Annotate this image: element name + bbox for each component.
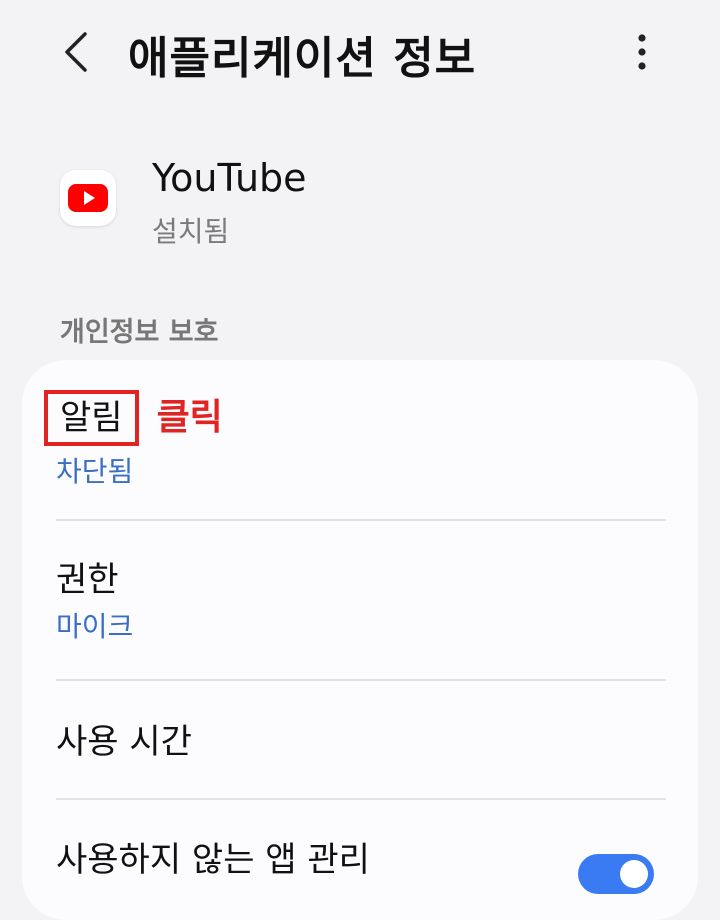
chevron-left-icon (65, 32, 87, 72)
more-vertical-icon (638, 34, 646, 70)
divider (56, 519, 666, 521)
app-install-status: 설치됨 (152, 215, 230, 248)
usage-time-item[interactable]: 사용 시간 (56, 714, 666, 763)
permissions-item-value: 마이크 (56, 610, 134, 643)
privacy-settings-card: 알림 클릭 차단됨 권한 마이크 사용 시간 사용하지 않는 앱 관리 (22, 360, 698, 920)
click-annotation: 클릭 (156, 397, 223, 438)
youtube-icon (60, 170, 116, 226)
more-options-button[interactable] (624, 26, 660, 78)
notifications-highlight-box: 알림 (44, 390, 139, 446)
notifications-item-title: 알림 (60, 398, 123, 438)
divider (56, 679, 666, 681)
manage-unused-apps-toggle[interactable] (578, 854, 654, 894)
toggle-knob (620, 860, 648, 888)
permissions-item-title: 권한 (56, 560, 119, 600)
usage-time-item-title: 사용 시간 (56, 722, 192, 762)
page-title: 애플리케이션 정보 (128, 33, 477, 84)
permissions-item[interactable]: 권한 마이크 (56, 552, 666, 645)
app-info-header: YouTube 설치됨 (60, 150, 660, 250)
section-label-privacy: 개인정보 보호 (60, 317, 219, 348)
notifications-item-status: 차단됨 (56, 455, 134, 488)
manage-unused-apps-item-title: 사용하지 않는 앱 관리 (56, 840, 370, 880)
app-name: YouTube (152, 156, 307, 200)
app-bar: 애플리케이션 정보 (0, 0, 720, 110)
back-button[interactable] (52, 24, 100, 80)
notifications-item[interactable]: 알림 클릭 차단됨 (44, 390, 666, 490)
divider (56, 798, 666, 800)
manage-unused-apps-item[interactable]: 사용하지 않는 앱 관리 (56, 832, 666, 881)
